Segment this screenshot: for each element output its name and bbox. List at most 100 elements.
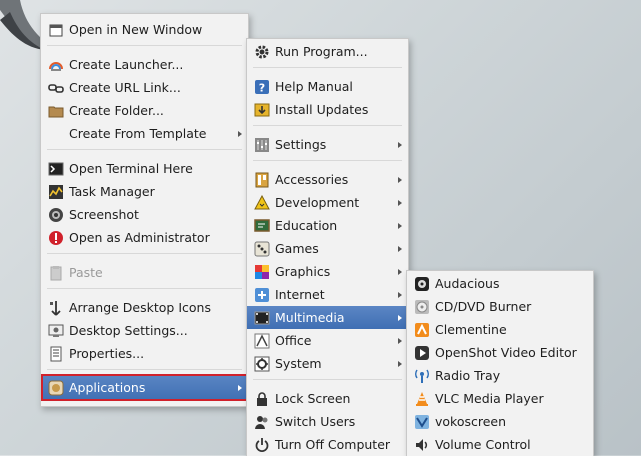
menu-item-desktop-settings[interactable]: Desktop Settings... xyxy=(41,319,248,342)
menu-item-create-from-template[interactable]: Create From Template xyxy=(41,122,248,145)
menu-item-create-folder[interactable]: Create Folder... xyxy=(41,99,248,122)
menu-item-lock-screen[interactable]: Lock Screen xyxy=(247,387,408,410)
task-manager-icon xyxy=(48,184,64,200)
menu-item-label: Task Manager xyxy=(69,184,155,199)
menu-item-office[interactable]: Office xyxy=(247,329,408,352)
development-icon xyxy=(254,194,270,211)
blank-icon xyxy=(48,126,64,142)
arrange-icon xyxy=(48,300,64,316)
submenu-arrow-icon xyxy=(238,130,242,137)
submenu-arrow-icon xyxy=(398,222,402,229)
submenu-arrow-icon xyxy=(398,176,402,183)
menu-item-label: Office xyxy=(275,333,312,348)
menu-item-properties[interactable]: Properties... xyxy=(41,342,248,365)
submenu-arrow-icon xyxy=(398,141,402,148)
switch-users-icon xyxy=(254,414,270,430)
menu-item-label: Education xyxy=(275,218,338,233)
updates-icon xyxy=(254,102,270,118)
paste-icon xyxy=(48,265,64,281)
menu-item-games[interactable]: Games xyxy=(247,237,408,260)
submenu-arrow-icon xyxy=(398,291,402,298)
launcher-icon xyxy=(48,57,64,73)
education-icon xyxy=(254,218,270,234)
menu-item-label: Create URL Link... xyxy=(69,80,181,95)
menu-item-label: Turn Off Computer xyxy=(275,437,391,452)
graphics-icon xyxy=(254,264,270,280)
menu-item-label: Settings xyxy=(275,137,327,152)
submenu-arrow-icon xyxy=(398,199,402,206)
menu-item-internet[interactable]: Internet xyxy=(247,283,408,306)
menu-item-label: Switch Users xyxy=(275,414,356,429)
menu-item-label: Open as Administrator xyxy=(69,230,210,245)
submenu-arrow-icon xyxy=(398,245,402,252)
cd-burner-icon xyxy=(414,299,430,315)
menu-item-label: Paste xyxy=(69,265,103,280)
menu-item-development[interactable]: Development xyxy=(247,191,408,214)
menu-item-radio-tray[interactable]: Radio Tray xyxy=(407,364,593,387)
menu-item-graphics[interactable]: Graphics xyxy=(247,260,408,283)
window-icon xyxy=(48,22,64,38)
menu-separator xyxy=(47,369,242,370)
menu-item-education[interactable]: Education xyxy=(247,214,408,237)
menu-item-label: Arrange Desktop Icons xyxy=(69,300,211,315)
properties-icon xyxy=(48,346,64,362)
menu-item-clementine[interactable]: Clementine xyxy=(407,318,593,341)
menu-item-label: CD/DVD Burner xyxy=(435,299,532,314)
menu-item-turn-off-computer[interactable]: Turn Off Computer xyxy=(247,433,408,456)
menu-item-label: Create Folder... xyxy=(69,103,164,118)
applications-icon xyxy=(48,380,64,396)
menu-item-settings[interactable]: Settings xyxy=(247,133,408,156)
menu-item-label: Create From Template xyxy=(69,126,207,141)
menu-item-accessories[interactable]: Accessories xyxy=(247,168,408,191)
menu-item-open-new-window[interactable]: Open in New Window xyxy=(41,18,248,41)
menu-item-system[interactable]: System xyxy=(247,352,408,375)
menu-item-label: Run Program... xyxy=(275,44,368,59)
menu-separator xyxy=(253,125,402,126)
menu-item-openshot-video-editor[interactable]: OpenShot Video Editor xyxy=(407,341,593,364)
menu-item-volume-control[interactable]: Volume Control xyxy=(407,433,593,456)
menu-item-label: Accessories xyxy=(275,172,349,187)
multimedia-icon xyxy=(254,310,270,326)
settings-icon xyxy=(254,137,270,153)
menu-item-label: Install Updates xyxy=(275,102,369,117)
menu-item-applications[interactable]: Applications xyxy=(41,374,248,401)
desktop-settings-icon xyxy=(48,323,64,339)
screenshot-icon xyxy=(48,207,64,223)
menu-item-vokoscreen[interactable]: vokoscreen xyxy=(407,410,593,433)
menu-item-help-manual[interactable]: ? Help Manual xyxy=(247,75,408,98)
internet-icon xyxy=(254,287,270,303)
menu-item-cd-dvd-burner[interactable]: CD/DVD Burner xyxy=(407,295,593,318)
menu-item-paste[interactable]: Paste xyxy=(41,261,248,284)
menu-item-run-program[interactable]: Run Program... xyxy=(247,40,408,63)
menu-item-open-as-administrator[interactable]: Open as Administrator xyxy=(41,226,248,249)
multimedia-submenu: Audacious CD/DVD Burner Clementine OpenS… xyxy=(406,270,594,456)
openshot-icon xyxy=(414,345,430,361)
menu-item-switch-users[interactable]: Switch Users xyxy=(247,410,408,433)
menu-separator xyxy=(47,253,242,254)
accessories-icon xyxy=(254,172,270,188)
menu-item-label: Create Launcher... xyxy=(69,57,184,72)
menu-item-task-manager[interactable]: Task Manager xyxy=(41,180,248,203)
vlc-icon xyxy=(414,391,430,407)
menu-separator xyxy=(253,160,402,161)
menu-item-arrange-desktop-icons[interactable]: Arrange Desktop Icons xyxy=(41,296,248,319)
menu-item-multimedia[interactable]: Multimedia xyxy=(247,306,408,329)
radio-tray-icon xyxy=(414,368,430,384)
menu-item-install-updates[interactable]: Install Updates xyxy=(247,98,408,121)
power-icon xyxy=(254,437,270,453)
vokoscreen-icon xyxy=(414,414,430,430)
menu-item-label: Help Manual xyxy=(275,79,353,94)
menu-item-open-terminal-here[interactable]: Open Terminal Here xyxy=(41,157,248,180)
desktop-context-menu: Open in New Window Create Launcher... Cr… xyxy=(40,13,249,407)
help-icon: ? xyxy=(254,79,270,95)
menu-item-label: OpenShot Video Editor xyxy=(435,345,577,360)
menu-item-create-launcher[interactable]: Create Launcher... xyxy=(41,53,248,76)
menu-item-label: Graphics xyxy=(275,264,331,279)
system-icon xyxy=(254,356,270,372)
submenu-arrow-icon xyxy=(398,360,402,367)
menu-item-audacious[interactable]: Audacious xyxy=(407,272,593,295)
menu-item-vlc-media-player[interactable]: VLC Media Player xyxy=(407,387,593,410)
menu-item-create-url-link[interactable]: Create URL Link... xyxy=(41,76,248,99)
menu-item-label: Audacious xyxy=(435,276,500,291)
menu-item-screenshot[interactable]: Screenshot xyxy=(41,203,248,226)
